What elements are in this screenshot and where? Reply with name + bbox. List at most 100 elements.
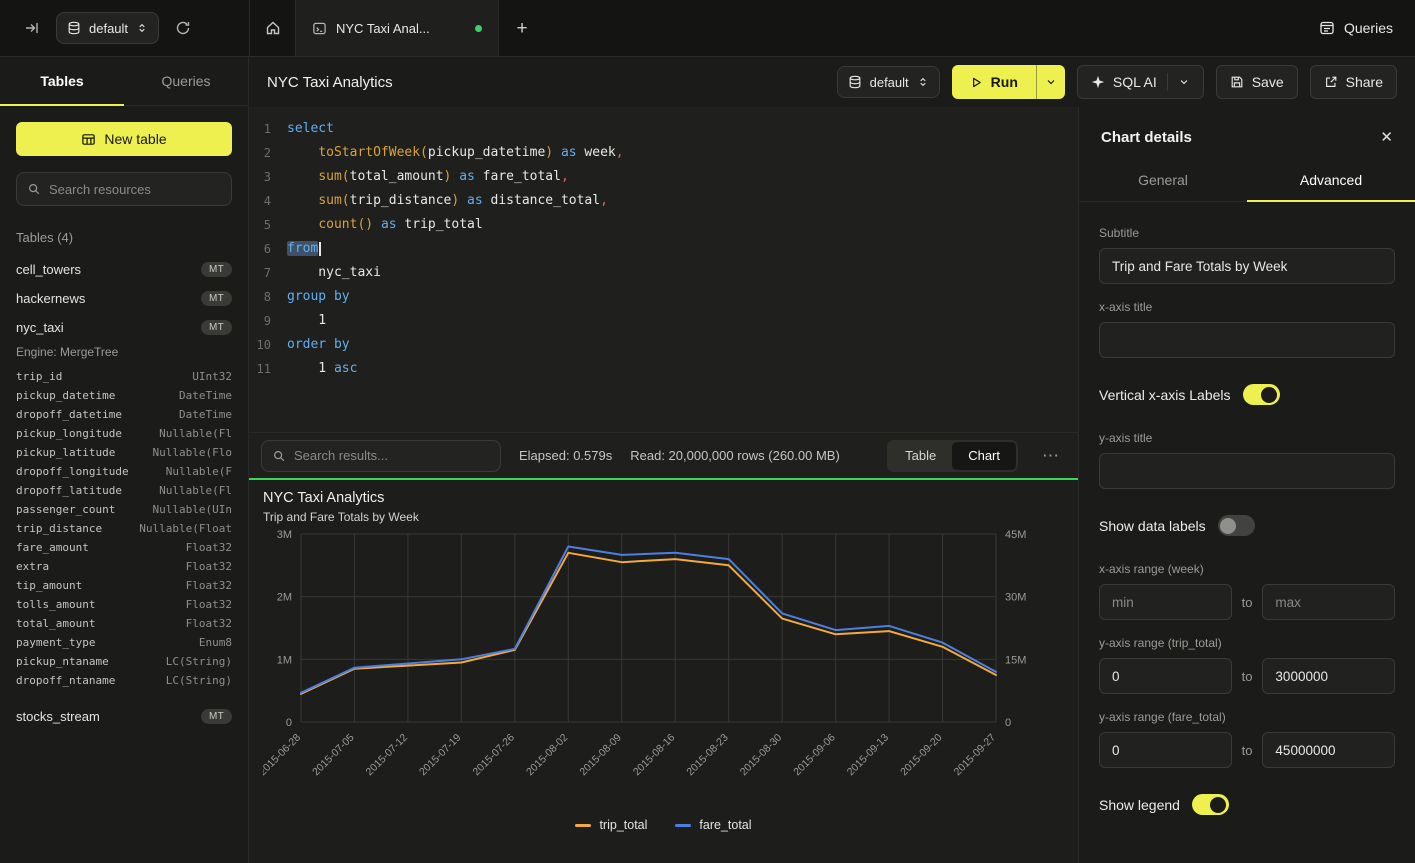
code-line[interactable]: 10order by <box>249 333 1078 357</box>
legend-item-trip_total[interactable]: trip_total <box>575 818 647 832</box>
y-axis-title-input[interactable] <box>1099 453 1395 489</box>
code-line[interactable]: 5 count() as trip_total <box>249 213 1078 237</box>
svg-text:2015-08-23: 2015-08-23 <box>684 732 731 779</box>
new-table-button[interactable]: New table <box>16 122 232 156</box>
table-item-stocks-stream[interactable]: stocks_stream MT <box>0 702 248 731</box>
svg-text:1M: 1M <box>277 654 292 666</box>
column-row[interactable]: payment_type Enum8 <box>0 633 248 652</box>
sql-ai-chevron[interactable] <box>1178 76 1190 88</box>
line-number: 10 <box>249 333 287 357</box>
column-row[interactable]: dropoff_datetime DateTime <box>0 405 248 424</box>
chevron-down-icon <box>1045 76 1057 88</box>
trip-total-min-input[interactable] <box>1099 658 1232 694</box>
trip-total-max-input[interactable] <box>1262 658 1395 694</box>
code-line[interactable]: 9 1 <box>249 309 1078 333</box>
divider <box>1167 73 1168 91</box>
code-line[interactable]: 2 toStartOfWeek(pickup_datetime) as week… <box>249 141 1078 165</box>
x-axis-min-input[interactable] <box>1099 584 1232 620</box>
column-row[interactable]: dropoff_ntaname LC(String) <box>0 671 248 690</box>
column-row[interactable]: pickup_longitude Nullable(Fl <box>0 424 248 443</box>
legend-label: trip_total <box>599 818 647 832</box>
tab-advanced[interactable]: Advanced <box>1247 162 1415 201</box>
vertical-x-axis-toggle[interactable] <box>1243 384 1280 405</box>
elapsed-time: Elapsed: 0.579s <box>519 448 612 463</box>
code-line[interactable]: 7 nyc_taxi <box>249 261 1078 285</box>
search-icon <box>27 182 41 196</box>
save-button[interactable]: Save <box>1216 65 1298 99</box>
y-axis-title-label: y-axis title <box>1099 431 1395 445</box>
table-icon <box>81 132 96 147</box>
column-row[interactable]: tip_amount Float32 <box>0 576 248 595</box>
code-line[interactable]: 3 sum(total_amount) as fare_total, <box>249 165 1078 189</box>
svg-text:30M: 30M <box>1005 592 1026 604</box>
more-options-icon[interactable]: ⋯ <box>1036 446 1066 466</box>
column-type: Nullable(Fl <box>159 484 232 497</box>
search-resources-input[interactable] <box>49 182 221 197</box>
search-results-input[interactable] <box>294 448 490 463</box>
fare-total-max-input[interactable] <box>1262 732 1395 768</box>
tab-nyc-taxi-analytics[interactable]: NYC Taxi Anal... <box>296 0 499 56</box>
tab-general[interactable]: General <box>1079 162 1247 201</box>
topbar-database-selector[interactable]: default <box>56 12 159 44</box>
line-number: 3 <box>249 165 287 189</box>
code-line[interactable]: 6from <box>249 237 1078 261</box>
share-button[interactable]: Share <box>1310 65 1397 99</box>
chart-view-button[interactable]: Chart <box>952 442 1016 470</box>
home-button[interactable] <box>250 0 296 56</box>
column-row[interactable]: passenger_count Nullable(UIn <box>0 500 248 519</box>
run-options-chevron[interactable] <box>1036 65 1065 99</box>
column-row[interactable]: pickup_ntaname LC(String) <box>0 652 248 671</box>
column-row[interactable]: trip_id UInt32 <box>0 367 248 386</box>
close-icon[interactable]: ✕ <box>1380 130 1393 145</box>
line-number: 9 <box>249 309 287 333</box>
line-number: 2 <box>249 141 287 165</box>
legend-item-fare_total[interactable]: fare_total <box>675 818 751 832</box>
show-legend-toggle[interactable] <box>1192 794 1229 815</box>
query-database-selector[interactable]: default <box>837 66 940 98</box>
table-item-cell-towers[interactable]: cell_towers MT <box>0 255 248 284</box>
code-line[interactable]: 8group by <box>249 285 1078 309</box>
column-row[interactable]: fare_amount Float32 <box>0 538 248 557</box>
svg-text:2015-08-09: 2015-08-09 <box>577 732 624 779</box>
column-row[interactable]: pickup_datetime DateTime <box>0 386 248 405</box>
toggle-knob <box>1210 797 1226 813</box>
column-row[interactable]: dropoff_latitude Nullable(Fl <box>0 481 248 500</box>
column-type: Float32 <box>186 560 232 573</box>
column-name: dropoff_longitude <box>16 465 129 478</box>
table-item-nyc-taxi[interactable]: nyc_taxi MT <box>0 313 248 342</box>
fare-total-min-input[interactable] <box>1099 732 1232 768</box>
queries-button[interactable]: Queries <box>1319 20 1393 36</box>
new-tab-button[interactable]: + <box>499 0 545 56</box>
code-line[interactable]: 4 sum(trip_distance) as distance_total, <box>249 189 1078 213</box>
table-name: stocks_stream <box>16 709 100 724</box>
column-row[interactable]: pickup_latitude Nullable(Flo <box>0 443 248 462</box>
subtitle-input[interactable] <box>1099 248 1395 284</box>
sql-ai-button[interactable]: SQL AI <box>1077 65 1204 99</box>
column-row[interactable]: tolls_amount Float32 <box>0 595 248 614</box>
table-item-hackernews[interactable]: hackernews MT <box>0 284 248 313</box>
column-row[interactable]: extra Float32 <box>0 557 248 576</box>
column-row[interactable]: trip_distance Nullable(Float <box>0 519 248 538</box>
sidebar-tab-queries[interactable]: Queries <box>124 57 248 105</box>
sql-editor[interactable]: 1select2 toStartOfWeek(pickup_datetime) … <box>249 107 1078 432</box>
collapse-sidebar-icon[interactable] <box>20 16 44 40</box>
table-view-button[interactable]: Table <box>889 442 952 470</box>
rows-read: Read: 20,000,000 rows (260.00 MB) <box>630 448 840 463</box>
column-row[interactable]: total_amount Float32 <box>0 614 248 633</box>
column-row[interactable]: dropoff_longitude Nullable(F <box>0 462 248 481</box>
engine-badge: MT <box>201 262 232 277</box>
x-axis-max-input[interactable] <box>1262 584 1395 620</box>
code-line[interactable]: 1select <box>249 117 1078 141</box>
show-data-labels-row: Show data labels <box>1099 515 1395 536</box>
y-axis-range-trip-label: y-axis range (trip_total) <box>1099 636 1395 650</box>
x-axis-title-input[interactable] <box>1099 322 1395 358</box>
show-data-labels-toggle[interactable] <box>1218 515 1255 536</box>
tab-title: NYC Taxi Anal... <box>336 21 430 36</box>
sidebar-tab-tables[interactable]: Tables <box>0 57 124 105</box>
svg-text:2M: 2M <box>277 592 292 604</box>
code-line[interactable]: 11 1 asc <box>249 357 1078 381</box>
column-name: pickup_datetime <box>16 389 115 402</box>
refresh-icon[interactable] <box>171 16 195 40</box>
run-button[interactable]: Run <box>952 65 1036 99</box>
results-toolbar: Elapsed: 0.579s Read: 20,000,000 rows (2… <box>249 432 1078 478</box>
